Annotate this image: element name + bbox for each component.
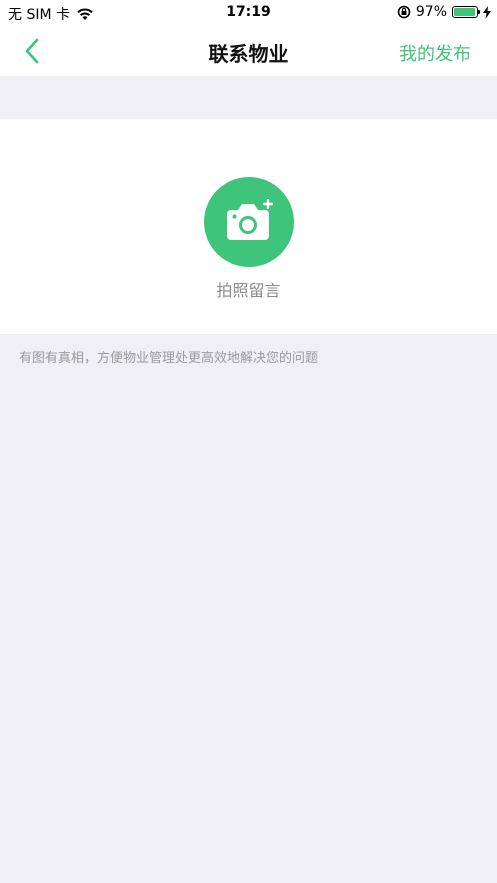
battery-fill [454,8,476,16]
camera-plus-icon [227,199,273,240]
orientation-lock-icon [397,5,411,19]
status-right: 97% [397,4,491,20]
photo-message-button[interactable] [204,177,294,267]
my-posts-button[interactable]: 我的发布 [399,40,471,66]
charging-bolt-icon [483,5,491,19]
battery-icon [452,6,480,18]
photo-message-label: 拍照留言 [216,281,281,300]
photo-message-card: 拍照留言 [0,119,497,334]
battery-percent: 97% [415,4,447,20]
status-bar: 无 SIM 卡 17:19 97% [0,0,497,26]
navigation-bar: 联系物业 我的发布 [0,26,497,76]
hint-text: 有图有真相，方便物业管理处更高效地解决您的问题 [19,351,319,366]
